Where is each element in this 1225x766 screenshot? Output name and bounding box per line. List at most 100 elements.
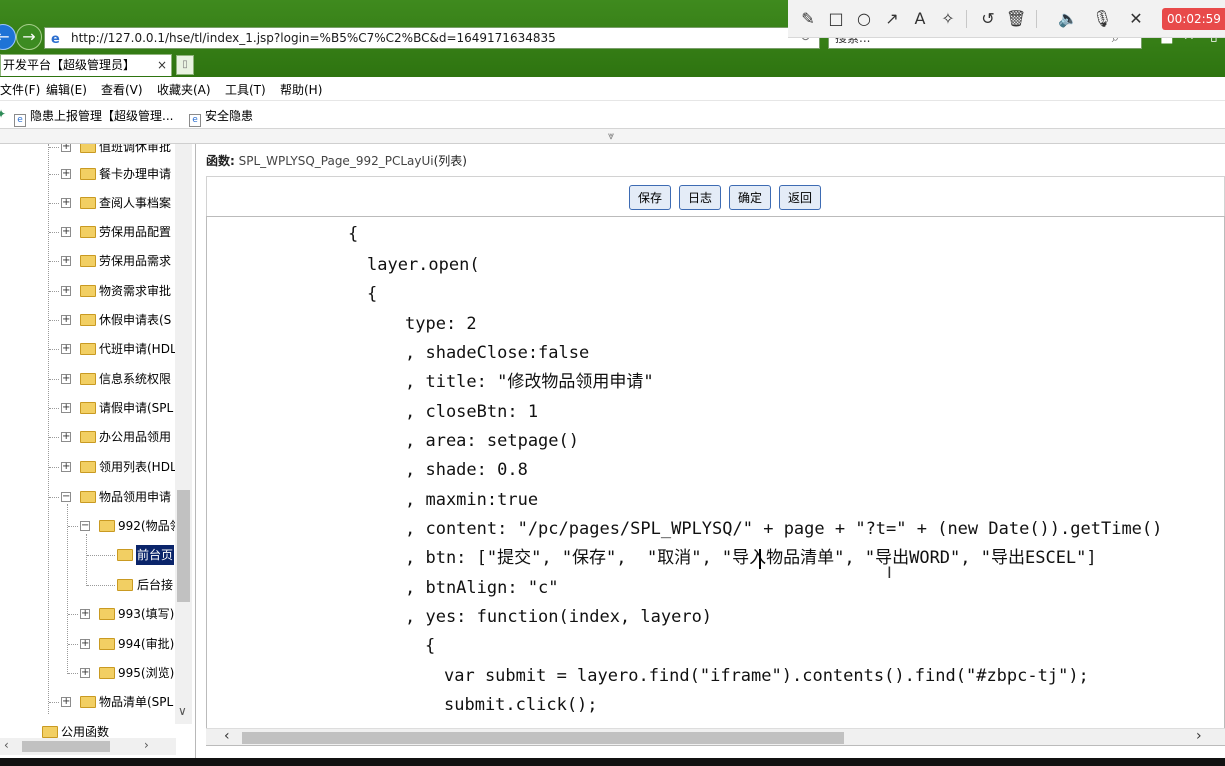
recording-timer[interactable]: 00:02:59 结	[1162, 8, 1225, 30]
save-button[interactable]: 保存	[629, 185, 672, 210]
toolbar-divider	[966, 10, 967, 28]
back-button[interactable]: 返回	[779, 185, 822, 210]
tree-item[interactable]: + 代班申请(HDL	[0, 339, 177, 359]
speaker-icon[interactable]: 🔈	[1058, 9, 1078, 29]
tree-item[interactable]: + 劳保用品需求	[0, 251, 176, 271]
tree-item[interactable]: − 物品领用申请	[0, 487, 176, 507]
expand-icon[interactable]: +	[80, 609, 90, 619]
tree-item[interactable]: + 领用列表(HDL	[0, 457, 177, 477]
folder-icon	[80, 343, 96, 355]
taskbar	[0, 758, 1225, 766]
expand-icon[interactable]: +	[61, 315, 71, 325]
tree-vertical-scrollbar[interactable]	[175, 144, 192, 724]
expand-icon[interactable]: +	[80, 668, 90, 678]
code-line: submit.click();	[444, 695, 598, 715]
tree-item[interactable]: + 查阅人事档案	[0, 193, 176, 213]
tree-item[interactable]: + 餐卡办理申请	[0, 164, 176, 184]
tree-item[interactable]: + 办公用品领用	[0, 427, 176, 447]
expand-icon[interactable]: +	[61, 403, 71, 413]
new-tab-button[interactable]: ▯	[176, 55, 194, 75]
browser-tab[interactable]: 开发平台【超级管理员】 ×	[0, 54, 172, 76]
tree-item[interactable]: − 992(物品领	[0, 516, 182, 536]
text-tool-icon[interactable]: A	[910, 9, 930, 29]
scroll-thumb[interactable]	[22, 741, 110, 752]
close-icon[interactable]: ✕	[1126, 9, 1146, 29]
tree-item-label: 信息系统权限	[99, 372, 172, 386]
tree-item-label: 请假申请(SPL	[99, 401, 174, 415]
tree-item-label: 994(审批)	[118, 637, 175, 651]
tree-item[interactable]: + 995(浏览)	[0, 663, 176, 683]
tab-close-icon[interactable]: ×	[157, 55, 167, 76]
code-editor[interactable]: { layer.open( { type: 2 , shadeClose:fal…	[206, 216, 1225, 746]
menu-edit[interactable]: 编辑(E)	[46, 81, 87, 98]
expand-icon[interactable]: +	[61, 144, 71, 152]
favorite-link[interactable]: e 隐患上报管理【超级管理...	[14, 107, 173, 127]
expand-icon[interactable]: +	[61, 286, 71, 296]
chevron-left-icon[interactable]: ‹	[4, 738, 9, 752]
chevron-down-icon[interactable]: ∨	[178, 704, 187, 718]
tree-item-label: 物品清单(SPL	[99, 695, 174, 709]
expand-icon[interactable]: +	[61, 344, 71, 354]
favorite-link[interactable]: e 安全隐患	[189, 107, 253, 127]
trash-icon[interactable]: 🗑	[1006, 9, 1026, 29]
expand-icon[interactable]: +	[61, 227, 71, 237]
back-button[interactable]: ←	[0, 24, 16, 50]
tree-horizontal-scrollbar[interactable]: ‹ ›	[0, 738, 176, 755]
expand-icon[interactable]: +	[61, 169, 71, 179]
expand-icon[interactable]: +	[80, 639, 90, 649]
forward-button[interactable]: →	[16, 24, 42, 50]
tree-item[interactable]: 前台页	[0, 545, 176, 565]
scroll-thumb[interactable]	[177, 490, 190, 602]
chevron-double-down-icon[interactable]: ⩔	[608, 129, 614, 143]
favorites-bar: ✦ e 隐患上报管理【超级管理... e 安全隐患	[0, 101, 1225, 129]
magic-wand-icon[interactable]: ✧	[938, 9, 958, 29]
tree-item-label: 993(填写)	[118, 607, 175, 621]
log-button[interactable]: 日志	[679, 185, 722, 210]
collapse-bar[interactable]: ⩔	[0, 129, 1225, 144]
tree-item-label: 劳保用品配置	[99, 225, 172, 239]
tree-item[interactable]: + 请假申请(SPL	[0, 398, 176, 418]
code-line: {	[425, 636, 436, 656]
expand-icon[interactable]: +	[61, 374, 71, 384]
expand-icon[interactable]: +	[61, 198, 71, 208]
confirm-button[interactable]: 确定	[729, 185, 772, 210]
address-bar[interactable]: e http://127.0.0.1/hse/tl/index_1.jsp?lo…	[44, 27, 820, 49]
code-line: , yes: function(index, layero)	[405, 607, 713, 627]
arrow-icon[interactable]: ↗	[882, 9, 902, 29]
pen-icon[interactable]: ✎	[798, 9, 818, 29]
rectangle-icon[interactable]: □	[826, 9, 846, 29]
page-icon: e	[14, 114, 26, 127]
chevron-right-icon[interactable]: ›	[144, 738, 149, 752]
tree-item[interactable]: + 休假申请表(S	[0, 310, 176, 330]
expand-icon[interactable]: +	[61, 462, 71, 472]
undo-icon[interactable]: ↺	[978, 9, 998, 29]
expand-icon[interactable]: +	[61, 432, 71, 442]
tree-item[interactable]: 后台接	[0, 575, 176, 595]
expand-icon[interactable]: +	[61, 256, 71, 266]
folder-icon	[99, 608, 115, 620]
menu-tools[interactable]: 工具(T)	[225, 81, 266, 98]
tree-item[interactable]: + 物品清单(SPL	[0, 692, 176, 712]
menu-help[interactable]: 帮助(H)	[280, 81, 322, 98]
code-horizontal-scrollbar[interactable]: ‹ ›	[206, 728, 1225, 745]
tree-item[interactable]: + 劳保用品配置	[0, 222, 176, 242]
tree-item[interactable]: + 993(填写)	[0, 604, 176, 624]
menu-view[interactable]: 查看(V)	[101, 81, 143, 98]
tree-item[interactable]: + 物资需求审批	[0, 281, 176, 301]
chevron-right-icon[interactable]: ›	[1196, 728, 1202, 744]
tree-item[interactable]: + 994(审批)	[0, 634, 176, 654]
tree-item[interactable]: + 值班调休审批	[0, 144, 176, 157]
menu-favorites[interactable]: 收藏夹(A)	[157, 81, 211, 98]
code-line: {	[367, 284, 378, 304]
tree-item-label: 休假申请表(S	[99, 313, 172, 327]
microphone-icon[interactable]: 🎙	[1092, 9, 1112, 29]
menu-file[interactable]: 文件(F)	[0, 81, 40, 98]
scroll-thumb[interactable]	[242, 732, 844, 744]
folder-icon	[99, 520, 115, 532]
collapse-icon[interactable]: −	[61, 492, 71, 502]
chevron-left-icon[interactable]: ‹	[224, 728, 230, 744]
expand-icon[interactable]: +	[61, 697, 71, 707]
circle-icon[interactable]: ○	[854, 9, 874, 29]
collapse-icon[interactable]: −	[80, 521, 90, 531]
tree-item[interactable]: + 信息系统权限	[0, 369, 176, 389]
